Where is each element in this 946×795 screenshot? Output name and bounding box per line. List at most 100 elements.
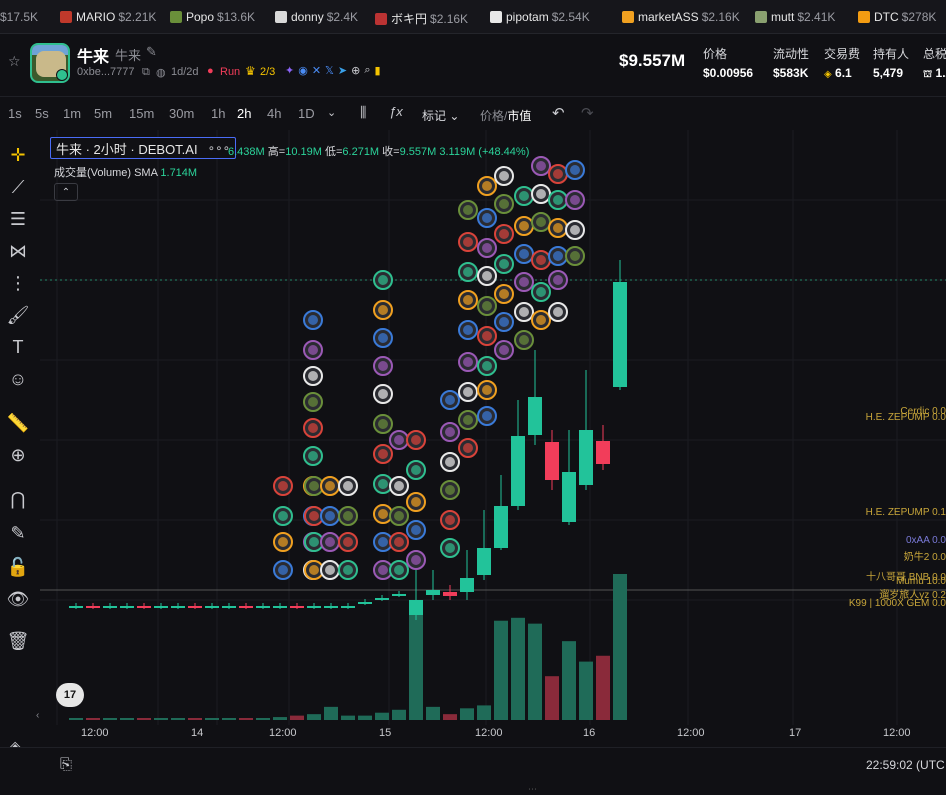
ticker-item[interactable]: donny $2.4K (275, 10, 358, 24)
candle-body (375, 598, 389, 600)
timeframe-15m[interactable]: 15m (129, 106, 154, 121)
magnet-icon[interactable]: ⋂ (0, 484, 36, 514)
market-cap-price: $9.557M (619, 51, 686, 70)
run-badge[interactable]: Run (220, 66, 240, 78)
server-time[interactable]: 22:59:02 (UTC (866, 758, 945, 772)
ticker-item[interactable]: pipotam $2.54K (490, 10, 590, 24)
trash-icon[interactable]: 🗑 (0, 626, 36, 656)
collapse-legend-button[interactable]: ⌃ (54, 183, 78, 201)
stat-fee: 交易费 ◈ 6.1 (824, 47, 861, 80)
ticker-price: $2.41K (797, 10, 836, 24)
book-icon[interactable]: ▮ (375, 64, 381, 77)
undo-icon[interactable]: ↶ (552, 104, 565, 122)
ruler-icon[interactable]: 📏 (0, 408, 36, 438)
time-axis-label: 14 (191, 727, 204, 739)
timeframe-30m[interactable]: 30m (169, 106, 194, 121)
trader-avatar-face (411, 525, 421, 535)
trader-avatar-face (499, 345, 509, 355)
candle-body (290, 606, 304, 608)
close-value: 9.557M (399, 146, 437, 158)
butterfly-icon[interactable]: ✦ (285, 64, 294, 77)
trend-line-icon[interactable]: ⟋ (0, 172, 36, 202)
timeframe-1m[interactable]: 1m (63, 106, 81, 121)
volume-bar (477, 705, 491, 720)
timeframe-2h[interactable]: 2h (237, 106, 251, 121)
trader-avatar-face (411, 555, 421, 565)
date-range-icon[interactable]: ⎘ (60, 756, 72, 773)
timeframe-dropdown-icon[interactable]: ⌄ (327, 106, 336, 119)
bnb-icon[interactable]: ◉ (298, 64, 308, 77)
token-icon (755, 11, 767, 23)
resize-handle[interactable]: ⋯ (528, 784, 537, 795)
timeframe-5s[interactable]: 5s (35, 106, 49, 121)
trader-avatar-face (482, 213, 492, 223)
ticker-item[interactable]: DTC $278K (858, 10, 936, 24)
candlestick-chart-svg[interactable] (40, 130, 946, 725)
search-icon[interactable]: ⌕ (364, 64, 370, 77)
timeframe-5m[interactable]: 5m (94, 106, 112, 121)
trader-avatar-face (278, 565, 288, 575)
trader-avatar-face (308, 371, 318, 381)
volume-bar (341, 715, 355, 720)
lock-pencil-icon[interactable]: ✎ (0, 518, 36, 548)
zoom-in-icon[interactable]: ⊕ (0, 440, 36, 470)
candle-body (307, 606, 321, 608)
collapse-toolbar-icon[interactable]: ‹ (36, 710, 39, 721)
trader-avatar-face (278, 537, 288, 547)
emoji-icon[interactable]: ☺ (0, 364, 36, 394)
pattern-icon[interactable]: ⋈ (0, 236, 36, 266)
token-header: ☆ 牛来 牛来 ✎ 0xbe...7777 ⧉ ◍ 1d/2d ● Run ♛ … (0, 35, 946, 97)
redo-icon[interactable]: ↷ (581, 104, 594, 122)
edit-icon[interactable]: ✎ (146, 44, 157, 60)
favorite-star-icon[interactable]: ☆ (8, 53, 21, 70)
trader-avatar-face (463, 237, 473, 247)
timeframe-1h[interactable]: 1h (211, 106, 225, 121)
trader-avatar-face (553, 169, 563, 179)
ticker-name: ボキ円 (391, 12, 428, 26)
fib-lines-icon[interactable]: ☰ (0, 204, 36, 234)
ticker-item[interactable]: marketASS $2.16K (622, 10, 740, 24)
chart-legend-title[interactable]: 牛来 · 2小时 · DEBOT.AI ∘∘∘ (50, 137, 237, 159)
ticker-item[interactable]: mutt $2.41K (755, 10, 835, 24)
volume-bar (273, 717, 287, 720)
tradingview-logo: 17 (56, 683, 84, 707)
price-mode-toggle[interactable]: 价格/市值 (480, 107, 531, 124)
eye-icon[interactable]: 👁 (0, 584, 36, 614)
ticker-item[interactable]: ボキ円 $2.16K (375, 10, 468, 27)
projection-icon[interactable]: ⋮ (0, 268, 36, 298)
ticker-item[interactable]: Popo $13.6K (170, 10, 255, 24)
more-icon[interactable]: ∘∘∘ (208, 141, 231, 155)
copy-icon[interactable]: ⧉ (142, 66, 150, 79)
candle-body (579, 430, 593, 485)
trader-avatar-face (445, 395, 455, 405)
marks-dropdown[interactable]: 标记 ⌄ (422, 107, 459, 124)
ticker-item[interactable]: $17.5K (0, 10, 38, 24)
brush-icon[interactable]: 🖌 (0, 300, 36, 330)
ticker-item[interactable]: MARIO $2.21K (60, 10, 156, 24)
unlock-icon[interactable]: 🔓 (0, 552, 36, 582)
ticker-name: DTC (874, 10, 899, 24)
candle-body (120, 606, 134, 608)
x-icon[interactable]: 𝕏 (325, 64, 334, 77)
ticker-price: $278K (901, 10, 937, 24)
timeframe-1D[interactable]: 1D (298, 106, 315, 121)
globe-icon[interactable]: ⊕ (351, 64, 360, 77)
timeframe-4h[interactable]: 4h (267, 106, 281, 121)
text-icon[interactable]: T (0, 332, 36, 362)
price-chart[interactable] (40, 130, 946, 725)
crosshair-icon[interactable]: ✛ (0, 140, 36, 170)
trader-avatar-face (519, 221, 529, 231)
candle-type-icon[interactable]: ⫼ (360, 104, 366, 121)
trader-avatar-face (325, 511, 335, 521)
high-value: 10.19M (285, 146, 322, 158)
ticker-name: marketASS (638, 10, 699, 24)
volume-bar (69, 718, 83, 720)
candle-body (545, 442, 559, 480)
function-icon[interactable]: ƒx (389, 104, 403, 119)
trader-avatar-face (411, 497, 421, 507)
bottom-bar: ⎘ 22:59:02 (UTC ⋯ (0, 747, 946, 794)
candle-body (341, 606, 355, 608)
timeframe-1s[interactable]: 1s (8, 106, 22, 121)
x-icon[interactable]: ✕ (312, 64, 321, 77)
telegram-icon[interactable]: ➤ (338, 64, 347, 77)
